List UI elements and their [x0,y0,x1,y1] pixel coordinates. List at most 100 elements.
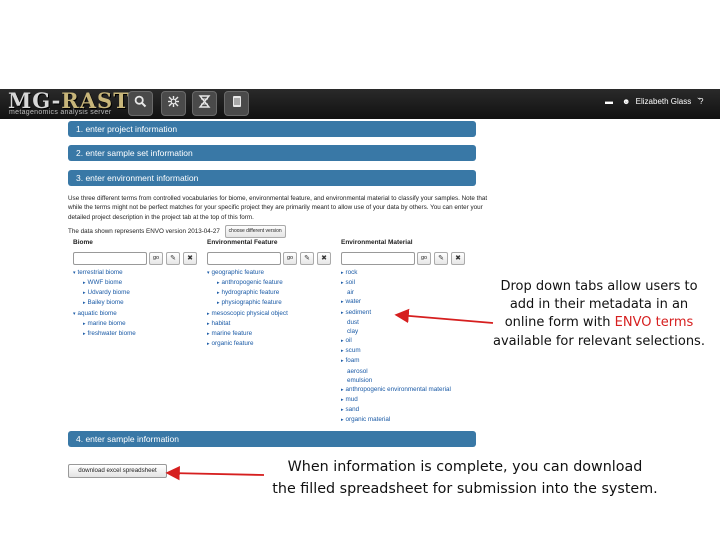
caret-right-icon[interactable]: ▸ [341,270,344,276]
notebook-button[interactable] [224,91,249,116]
tree-item[interactable]: ▾ aquatic biome [73,309,203,319]
mg-rast-logo[interactable]: MG-RAST [8,90,130,111]
caret-right-icon[interactable]: ▸ [217,300,220,306]
feature-edit-button[interactable]: ✎ [300,251,314,265]
tree-item[interactable]: ▸ sediment [341,308,471,318]
biome-go-button[interactable]: go [149,251,163,265]
caret-right-icon[interactable]: ▸ [83,300,86,306]
feature-search-input[interactable] [207,251,281,265]
material-search-input[interactable] [341,251,415,265]
tree-item[interactable]: ▸ scum [341,346,471,356]
tree-item-label: mesoscopic physical object [211,309,288,317]
tree-item[interactable]: ▸ marine feature [207,329,337,339]
pencil-icon: ✎ [304,254,310,262]
caret-right-icon[interactable]: ▸ [207,311,210,317]
caret-right-icon[interactable]: ▸ [341,280,344,286]
tree-item[interactable]: ▸ oil [341,336,471,346]
feature-clear-button[interactable]: ✖ [317,251,331,265]
search-button[interactable] [128,91,153,116]
tree-item[interactable]: clay [341,327,471,336]
tree-item[interactable]: aerosol [341,367,471,376]
caret-right-icon[interactable]: ▸ [341,417,344,423]
help-button[interactable]: ? [699,95,703,109]
section-environment-info[interactable]: 3. enter environment information [68,170,476,186]
tree-item[interactable]: ▸ anthropogenic feature [207,278,337,288]
tree-item[interactable]: ▸ organic material [341,415,471,425]
caret-right-icon[interactable]: ▸ [341,407,344,413]
folder-button[interactable]: ▬ [598,95,620,110]
dropdown-callout: Drop down tabs allow users to add in the… [488,278,710,351]
biome-search-input[interactable] [73,251,147,265]
tree-item[interactable]: air [341,288,471,297]
tree-item[interactable]: dust [341,318,471,327]
notebook-icon [230,96,243,111]
analysis-button[interactable] [161,91,186,116]
tree-item[interactable]: ▸ anthropogenic environmental material [341,385,471,395]
caret-right-icon[interactable]: ▸ [83,331,86,337]
tree-item[interactable]: ▸ foam [341,356,471,366]
caret-right-icon[interactable]: ▸ [207,331,210,337]
tree-item-label: sediment [345,308,372,316]
caret-right-icon[interactable]: ▸ [341,397,344,403]
user-menu[interactable]: ☻ Elizabeth Glass ˇ [622,95,700,109]
tree-item[interactable]: ▾ geographic feature [207,268,337,278]
caret-right-icon[interactable]: ▸ [341,310,344,316]
caret-down-icon[interactable]: ▾ [207,270,210,276]
tree-item[interactable]: ▸ organic feature [207,339,337,349]
biome-clear-button[interactable]: ✖ [183,251,197,265]
material-clear-button[interactable]: ✖ [451,251,465,265]
caret-right-icon[interactable]: ▸ [341,358,344,364]
caret-right-icon[interactable]: ▸ [341,387,344,393]
caret-down-icon[interactable]: ▾ [73,311,76,317]
logo-subtitle: metagenomics analysis server [9,109,112,116]
tree-item[interactable]: emulsion [341,376,471,385]
caret-right-icon[interactable]: ▸ [341,299,344,305]
choose-version-button[interactable]: choose different version [224,225,286,238]
caret-right-icon[interactable]: ▸ [341,348,344,354]
tree-item[interactable]: ▸ physiographic feature [207,298,337,308]
tree-item[interactable]: ▸ freshwater biome [73,329,203,339]
tree-item-label: soil [345,279,355,287]
tree-item-label: WWF biome [87,279,123,287]
tree-item[interactable]: ▾ terrestrial biome [73,268,203,278]
caret-down-icon[interactable]: ▾ [73,270,76,276]
caret-right-icon[interactable]: ▸ [217,290,220,296]
caret-right-icon[interactable]: ▸ [83,290,86,296]
biome-edit-button[interactable]: ✎ [166,251,180,265]
tree-item[interactable]: ▸ Udvardy biome [73,288,203,298]
section-sample-info[interactable]: 4. enter sample information [68,431,476,447]
tree-item[interactable]: ▸ mud [341,395,471,405]
section-project-info[interactable]: 1. enter project information [68,121,476,137]
user-name: Elizabeth Glass [635,97,692,106]
feature-go-button[interactable]: go [283,251,297,265]
dna-button[interactable] [192,91,217,116]
tree-item-label: sand [345,406,360,414]
tree-item[interactable]: ▸ water [341,297,471,307]
material-go-button[interactable]: go [417,251,431,265]
caret-right-icon[interactable]: ▸ [207,341,210,347]
tree-item[interactable]: ▸ marine biome [73,319,203,329]
tree-item-label: marine feature [211,329,253,337]
caret-right-icon[interactable]: ▸ [341,338,344,344]
envo-version-text: The data shown represents ENVO version 2… [68,228,220,236]
caret-right-icon[interactable]: ▸ [217,280,220,286]
material-edit-button[interactable]: ✎ [434,251,448,265]
caret-right-icon[interactable]: ▸ [83,280,86,286]
tree-item-label: marine biome [87,319,126,327]
tree-item[interactable]: ▸ soil [341,278,471,288]
section-sample-set-info[interactable]: 2. enter sample set information [68,145,476,161]
tree-item[interactable]: ▸ habitat [207,319,337,329]
caret-right-icon[interactable]: ▸ [207,321,210,327]
caret-right-icon[interactable]: ▸ [83,321,86,327]
tree-item[interactable]: ▸ sand [341,405,471,415]
tree-item[interactable]: ▸ mesoscopic physical object [207,309,337,319]
tree-item[interactable]: ▸ WWF biome [73,278,203,288]
tree-item[interactable]: ▸ hydrographic feature [207,288,337,298]
tree-item-label: anthropogenic environmental material [345,385,451,393]
tree-item[interactable]: ▸ Bailey biome [73,298,203,308]
tree-item-label: oil [345,337,352,345]
tree-item[interactable]: ▸ rock [341,268,471,278]
tree-item-label: water [345,298,361,306]
cog-icon [167,96,180,111]
download-spreadsheet-button[interactable]: download excel spreadsheet [68,464,167,478]
